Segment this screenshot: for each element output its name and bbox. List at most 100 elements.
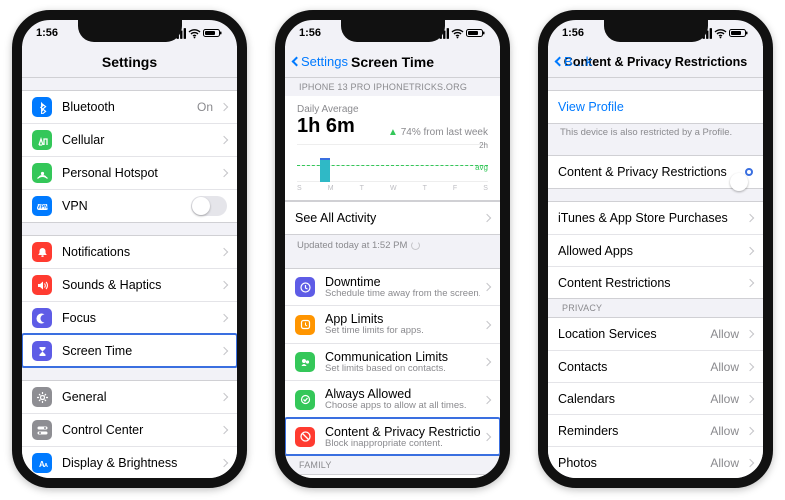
cell-display-brightness[interactable]: Display & Brightness bbox=[22, 446, 237, 478]
cell-content-privacy-restrictions[interactable]: Content & Privacy RestrictionsBlock inap… bbox=[285, 418, 500, 455]
chevron-right-icon bbox=[746, 458, 754, 466]
chart-ytick: 2h bbox=[479, 141, 488, 150]
cell-label: Calendars bbox=[558, 392, 710, 406]
chevron-right-icon bbox=[220, 248, 228, 256]
chevron-right-icon bbox=[483, 320, 491, 328]
cell-vpn[interactable]: VPN bbox=[22, 189, 237, 222]
chart-day: T bbox=[360, 185, 364, 192]
back-button[interactable]: B…k bbox=[556, 54, 592, 69]
master-toggle-row: Content & Privacy Restrictions bbox=[548, 156, 763, 188]
gear-icon bbox=[32, 387, 52, 407]
screentime-scroll[interactable]: IPHONE 13 PRO IPHONETRICKS.ORG Daily Ave… bbox=[285, 78, 500, 478]
switches-icon bbox=[32, 420, 52, 440]
downtime-icon bbox=[295, 277, 315, 297]
chart-day: M bbox=[328, 185, 334, 192]
speaker-icon bbox=[32, 275, 52, 295]
chevron-right-icon bbox=[220, 347, 228, 355]
cell-itunes-app-store-purchases[interactable]: iTunes & App Store Purchases bbox=[548, 202, 763, 234]
cell-general[interactable]: General bbox=[22, 381, 237, 413]
phone-restrictions: 1:56 B…k Content & Privacy Restrictions … bbox=[538, 10, 773, 488]
back-button[interactable]: Settings bbox=[293, 54, 348, 69]
privacy-header: PRIVACY bbox=[548, 299, 763, 317]
cell-reminders[interactable]: RemindersAllow bbox=[548, 414, 763, 446]
chevron-right-icon bbox=[483, 283, 491, 291]
chevron-right-icon bbox=[746, 394, 754, 402]
chart-day: S bbox=[483, 185, 488, 192]
cell-label: Content & Privacy RestrictionsBlock inap… bbox=[325, 425, 480, 449]
cell-app-limits[interactable]: App LimitsSet time limits for apps. bbox=[285, 305, 500, 342]
cell-detail: Allow bbox=[710, 424, 739, 438]
cell-content-restrictions[interactable]: Content Restrictions bbox=[548, 266, 763, 298]
moon-icon bbox=[32, 308, 52, 328]
highlight-oval bbox=[745, 168, 753, 176]
usage-chart: 2h avg SMTWTFS bbox=[297, 144, 488, 192]
cell-label: App LimitsSet time limits for apps. bbox=[325, 312, 480, 336]
family-member[interactable]: MMMaria M bbox=[285, 475, 500, 478]
cell-notifications[interactable]: Notifications bbox=[22, 236, 237, 268]
vpn-icon bbox=[32, 196, 52, 216]
cell-detail: Allow bbox=[710, 327, 739, 341]
see-all-label: See All Activity bbox=[295, 211, 480, 225]
wifi-icon bbox=[188, 27, 201, 40]
cell-label: Sounds & Haptics bbox=[62, 278, 217, 292]
cell-location-services[interactable]: Location ServicesAllow bbox=[548, 318, 763, 350]
cell-bluetooth[interactable]: BluetoothOn bbox=[22, 91, 237, 123]
cell-label: Screen Time bbox=[62, 344, 217, 358]
daily-average-label: Daily Average bbox=[297, 104, 488, 115]
chart-avg-label: avg bbox=[475, 163, 488, 172]
master-toggle-label: Content & Privacy Restrictions bbox=[558, 165, 745, 179]
chevron-right-icon bbox=[483, 433, 491, 441]
back-label: B…k bbox=[564, 54, 592, 69]
settings-scroll[interactable]: BluetoothOn Cellular Personal Hotspot VPN N… bbox=[22, 78, 237, 478]
delta-value: ▲ 74% from last week bbox=[388, 127, 488, 138]
bluetooth-icon bbox=[32, 97, 52, 117]
chevron-right-icon bbox=[746, 246, 754, 254]
updated-note: Updated today at 1:52 PM bbox=[285, 235, 500, 256]
profile-note: This device is also restricted by a Prof… bbox=[548, 124, 763, 143]
cell-allowed-apps[interactable]: Allowed Apps bbox=[548, 234, 763, 266]
cell-focus[interactable]: Focus bbox=[22, 301, 237, 334]
phone-settings: 1:56 Settings BluetoothOnCellularPersona… bbox=[12, 10, 247, 488]
view-profile[interactable]: View Profile bbox=[548, 91, 763, 123]
wifi-icon bbox=[451, 27, 464, 40]
cell-control-center[interactable]: Control Center bbox=[22, 413, 237, 446]
cell-photos[interactable]: PhotosAllow bbox=[548, 446, 763, 478]
cell-cellular[interactable]: Cellular bbox=[22, 123, 237, 156]
cell-personal-hotspot[interactable]: Personal Hotspot bbox=[22, 156, 237, 189]
cell-calendars[interactable]: CalendarsAllow bbox=[548, 382, 763, 414]
chevron-right-icon bbox=[483, 358, 491, 366]
cell-communication-limits[interactable]: Communication LimitsSet limits based on … bbox=[285, 343, 500, 380]
wifi-icon bbox=[714, 27, 727, 40]
hotspot-icon bbox=[32, 163, 52, 183]
applimits-icon bbox=[295, 315, 315, 335]
chevron-left-icon bbox=[555, 57, 565, 67]
see-all-activity[interactable]: See All Activity bbox=[285, 202, 500, 234]
cell-label: Photos bbox=[558, 456, 710, 470]
cell-label: Display & Brightness bbox=[62, 456, 217, 470]
cell-label: iTunes & App Store Purchases bbox=[558, 211, 743, 225]
cell-detail: Allow bbox=[710, 392, 739, 406]
chevron-right-icon bbox=[746, 330, 754, 338]
chevron-right-icon bbox=[220, 103, 228, 111]
cell-sounds-haptics[interactable]: Sounds & Haptics bbox=[22, 268, 237, 301]
battery-icon bbox=[203, 28, 223, 38]
page-title: Settings bbox=[102, 54, 157, 70]
cell-label: Content Restrictions bbox=[558, 276, 743, 290]
cell-label: Personal Hotspot bbox=[62, 166, 217, 180]
bell-icon bbox=[32, 242, 52, 262]
cell-downtime[interactable]: DowntimeSchedule time away from the scre… bbox=[285, 269, 500, 305]
cell-screen-time[interactable]: Screen Time bbox=[22, 334, 237, 367]
restrictions-scroll[interactable]: View Profile This device is also restric… bbox=[548, 78, 763, 478]
toggle[interactable] bbox=[191, 196, 227, 216]
usage-card[interactable]: Daily Average 1h 6m ▲ 74% from last week… bbox=[285, 96, 500, 201]
cell-contacts[interactable]: ContactsAllow bbox=[548, 350, 763, 382]
cell-label: Focus bbox=[62, 311, 217, 325]
family-header: FAMILY bbox=[285, 456, 500, 474]
chevron-right-icon bbox=[220, 459, 228, 467]
cell-label: Bluetooth bbox=[62, 100, 197, 114]
hourglass-icon bbox=[32, 341, 52, 361]
cell-detail: Allow bbox=[710, 360, 739, 374]
cell-label: Cellular bbox=[62, 133, 217, 147]
cell-always-allowed[interactable]: Always AllowedChoose apps to allow at al… bbox=[285, 380, 500, 417]
battery-icon bbox=[466, 28, 486, 38]
